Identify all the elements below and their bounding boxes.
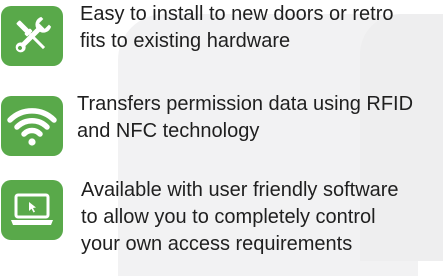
feature-text: Easy to install to new doors or retro fi…: [80, 1, 393, 55]
feature-text: Available with user friendly software to…: [81, 177, 399, 258]
feature-text-line: Easy to install to new doors or retro: [80, 3, 394, 25]
feature-text: Transfers permission data using RFID and…: [77, 91, 413, 145]
feature-text-line: and NFC technology: [77, 120, 260, 142]
feature-text-line: fits to existing hardware: [80, 30, 291, 52]
feature-text-line: your own access requirements: [81, 233, 353, 255]
wifi-icon: [1, 96, 63, 156]
feature-text-line: Transfers permission data using RFID: [77, 93, 414, 115]
laptop-icon: [1, 180, 63, 240]
feature-text-line: to allow you to completely control: [81, 206, 376, 228]
feature-text-line: Available with user friendly software: [81, 179, 399, 201]
wrench-screwdriver-icon: [1, 6, 63, 66]
